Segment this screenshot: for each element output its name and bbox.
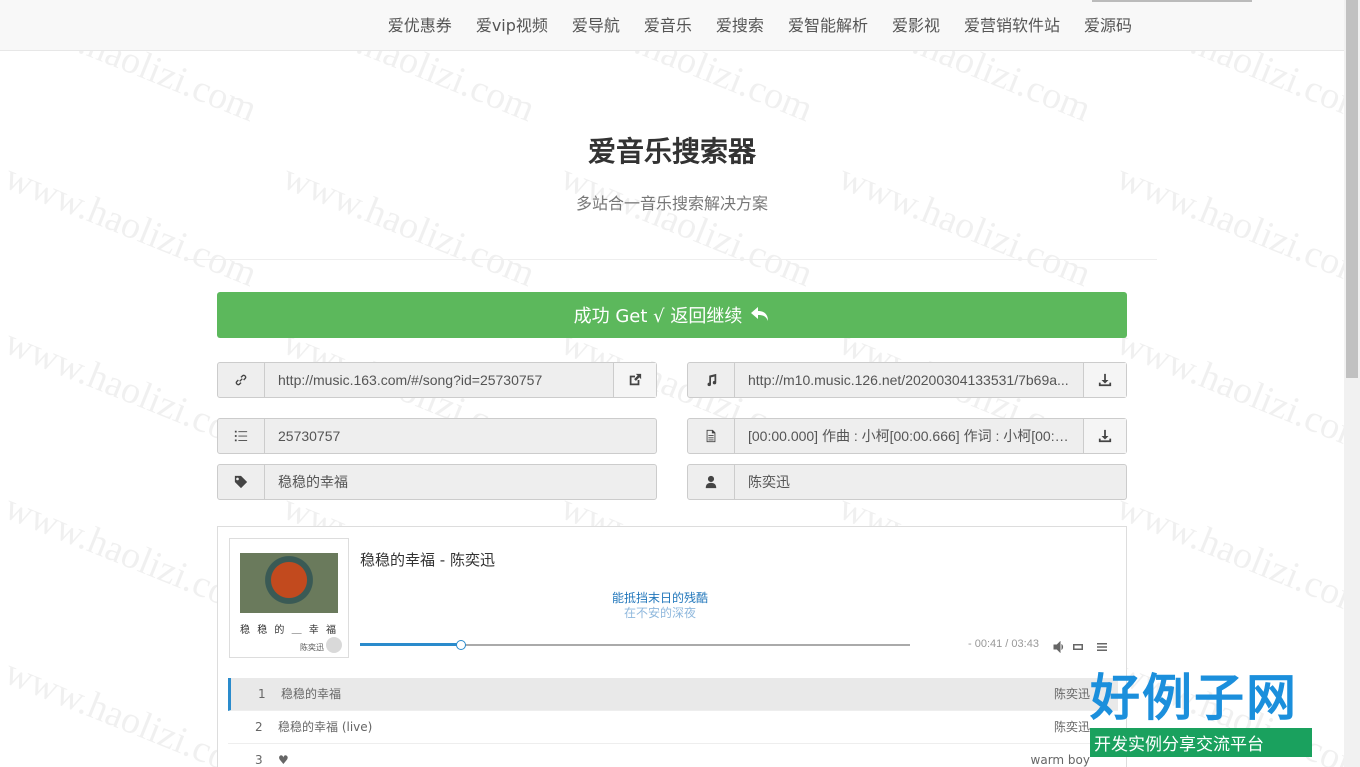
now-playing-artist: 陈奕迅: [449, 551, 495, 569]
playlist-item-title: ♥: [278, 753, 289, 767]
playlist-item-number: 3: [255, 753, 263, 767]
playlist-item[interactable]: 2 稳稳的幸福 (live) 陈奕迅: [228, 711, 1118, 744]
nav-item-coupons[interactable]: 爱优惠券: [376, 0, 464, 51]
playlist: 1 稳稳的幸福 陈奕迅 2 稳稳的幸福 (live) 陈奕迅 3 ♥ warm …: [228, 678, 1118, 767]
page-title: 爱音乐搜索器: [587, 135, 756, 168]
pause-icon[interactable]: [326, 637, 342, 653]
song-id-group: 25730757: [217, 418, 657, 454]
playlist-item-title: 稳稳的幸福: [281, 687, 342, 701]
user-icon: [688, 465, 735, 499]
song-link-group: http://music.163.com/#/song?id=25730757: [217, 362, 657, 398]
music-note-icon: [688, 363, 735, 397]
watermark-text: www.haolizi.com: [1110, 155, 1360, 296]
lyrics-group: [00:00.000] 作曲 : 小柯[00:00.666] 作词 : 小柯[0…: [687, 418, 1127, 454]
loop-icon[interactable]: [1072, 638, 1084, 650]
external-link-icon: [629, 373, 642, 386]
playlist-item-number: 2: [255, 720, 263, 734]
watermark-text: www.haolizi.com: [276, 155, 541, 296]
music-player: 稳 稳 的 ＿ 幸 福 陈奕迅 稳稳的幸福 - 陈奕迅 能抵挡末日的残酷 在不安…: [217, 526, 1127, 767]
link-icon: [218, 363, 265, 397]
success-return-label: 成功 Get √ 返回继续: [573, 306, 743, 327]
playlist-item-number: 1: [258, 687, 266, 701]
nav-edge-shadow: [1092, 0, 1252, 2]
nav-menu: 爱优惠券 爱vip视频 爱导航 爱音乐 爱搜索 爱智能解析 爱影视 爱营销软件站…: [376, 0, 1144, 51]
now-playing-title: 稳稳的幸福 - 陈奕迅: [360, 549, 495, 570]
download-lyrics-button[interactable]: [1083, 419, 1126, 453]
artist-group: 陈奕迅: [687, 464, 1127, 500]
song-link-field[interactable]: http://music.163.com/#/song?id=25730757: [265, 363, 613, 397]
now-playing-separator: -: [435, 551, 450, 569]
open-link-button[interactable]: [613, 363, 656, 397]
playlist-item[interactable]: 3 ♥ warm boy: [228, 744, 1118, 767]
album-cover-caption: 稳 稳 的 ＿ 幸 福: [240, 625, 338, 636]
now-playing-song: 稳稳的幸福: [360, 551, 436, 569]
top-navbar: 爱优惠券 爱vip视频 爱导航 爱音乐 爱搜索 爱智能解析 爱影视 爱营销软件站…: [0, 0, 1344, 51]
nav-item-source-code[interactable]: 爱源码: [1072, 0, 1144, 51]
album-cover-artist: 陈奕迅: [300, 643, 324, 652]
playlist-item[interactable]: 1 稳稳的幸福 陈奕迅: [228, 678, 1118, 711]
watermark-text: www.haolizi.com: [832, 155, 1097, 296]
play-time: - 00:41 / 03:43: [968, 638, 1039, 650]
playlist-menu-icon[interactable]: [1096, 638, 1108, 651]
artist-field[interactable]: 陈奕迅: [735, 465, 1126, 499]
site-brand-badge: 好例子网 开发实例分享交流平台: [1090, 670, 1312, 757]
nav-item-vip-video[interactable]: 爱vip视频: [464, 0, 560, 51]
audio-url-group: http://m10.music.126.net/20200304133531/…: [687, 362, 1127, 398]
progress-thumb[interactable]: [456, 640, 467, 650]
playlist-item-title: 稳稳的幸福 (live): [278, 720, 373, 734]
page-scrollbar[interactable]: [1344, 0, 1360, 767]
watermark-text: www.haolizi.com: [0, 155, 263, 296]
tag-icon: [218, 465, 265, 499]
song-id-field[interactable]: 25730757: [265, 419, 656, 453]
list-numbered-icon: [218, 419, 265, 453]
brand-tagline: 开发实例分享交流平台: [1090, 728, 1312, 757]
volume-icon[interactable]: [1053, 638, 1065, 654]
nav-item-music[interactable]: 爱音乐: [632, 0, 704, 51]
song-name-field[interactable]: 稳稳的幸福: [265, 465, 656, 499]
header-divider: [187, 259, 1157, 260]
album-cover[interactable]: 稳 稳 的 ＿ 幸 福 陈奕迅: [229, 538, 349, 658]
file-text-icon: [688, 419, 735, 453]
playlist-item-artist: 陈奕迅: [1053, 720, 1090, 734]
reply-arrow-icon: [751, 307, 769, 321]
progress-bar[interactable]: [360, 640, 910, 650]
lyric-next-line: 在不安的深夜: [623, 606, 696, 620]
nav-item-navigation[interactable]: 爱导航: [560, 0, 632, 51]
page-subtitle: 多站合一音乐搜索解决方案: [575, 194, 768, 213]
nav-item-smart-parse[interactable]: 爱智能解析: [776, 0, 880, 51]
watermark-text: www.haolizi.com: [1110, 485, 1360, 626]
playlist-item-artist: 陈奕迅: [1053, 687, 1090, 701]
brand-title: 好例子网: [1090, 669, 1298, 727]
nav-item-marketing-software[interactable]: 爱营销软件站: [952, 0, 1072, 51]
download-icon: [1098, 429, 1112, 443]
nav-item-movies[interactable]: 爱影视: [880, 0, 952, 51]
progress-played: [360, 643, 462, 646]
playlist-item-artist: warm boy: [1030, 753, 1090, 767]
watermark-text: www.haolizi.com: [1110, 320, 1360, 461]
song-name-group: 稳稳的幸福: [217, 464, 657, 500]
audio-url-field[interactable]: http://m10.music.126.net/20200304133531/…: [735, 363, 1083, 397]
success-return-button[interactable]: 成功 Get √ 返回继续: [217, 292, 1127, 338]
watermark-text: www.haolizi.com: [554, 155, 819, 296]
lyrics-field[interactable]: [00:00.000] 作曲 : 小柯[00:00.666] 作词 : 小柯[0…: [735, 419, 1083, 453]
download-audio-button[interactable]: [1083, 363, 1126, 397]
album-cover-image: [240, 553, 338, 613]
download-icon: [1098, 373, 1112, 387]
nav-item-search[interactable]: 爱搜索: [704, 0, 776, 51]
scrollbar-thumb[interactable]: [1346, 0, 1358, 378]
